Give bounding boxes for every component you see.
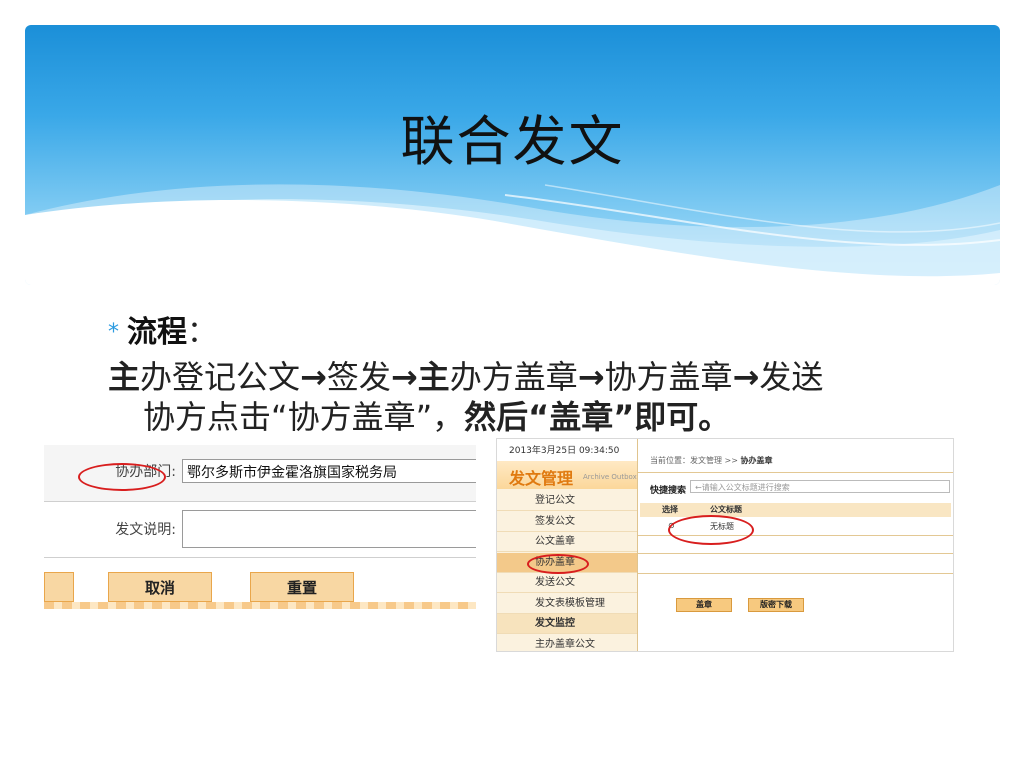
col-select: 选择: [662, 505, 678, 514]
sys-main: 当前位置：发文管理 >> 协办盖章 快捷搜索 ←请输入公文标题进行搜索 选择 公…: [638, 439, 953, 651]
cancel-button[interactable]: 取消: [108, 572, 212, 602]
reset-button[interactable]: 重置: [250, 572, 354, 602]
quick-search-label: 快捷搜索: [650, 486, 687, 496]
steps-line2-bold-then: 然后“: [464, 398, 550, 436]
table-header: 选择 公文标题: [640, 503, 951, 517]
step-text: 主: [108, 358, 141, 396]
arrow-icon: →: [732, 358, 760, 396]
bullet-colon: ：: [187, 315, 217, 350]
slide-header-banner: 联合发文: [25, 25, 1000, 285]
bullet-process: * 流程：: [108, 307, 217, 351]
divider: [638, 573, 953, 574]
submit-button-partial[interactable]: [44, 572, 74, 602]
desc-label: 发文说明:: [115, 522, 176, 538]
steps-line2-text: 协方点击“协方盖章”，: [143, 398, 465, 436]
sidebar-menu-item[interactable]: 协办盖章: [497, 552, 637, 573]
form-button-bar: 取消 重置: [44, 569, 476, 618]
breadcrumb-prefix: 当前位置：发文管理 >>: [650, 456, 741, 465]
sys-sidebar: 2013年3月25日 09:34:50 发文管理 Archive Outbox …: [497, 439, 638, 651]
module-subtitle: Archive Outbox: [583, 473, 637, 481]
bullet-heading: 流程: [127, 315, 187, 350]
arrow-icon: →: [390, 358, 418, 396]
sidebar-menu-item[interactable]: 主办盖章公文: [497, 635, 637, 652]
slide-title: 联合发文: [400, 110, 625, 173]
form-row-desc: 发文说明:: [44, 502, 476, 558]
form-screenshot: 协办部门: 鄂尔多斯市伊金霍洛旗国家税务局 发文说明: 取消 重置: [44, 445, 476, 618]
step-text: 协方盖章: [604, 358, 733, 396]
col-title: 公文标题: [710, 505, 742, 514]
bullet-star-icon: *: [108, 320, 119, 345]
step-text: 办登记公文: [140, 358, 301, 396]
seal-button[interactable]: 盖章: [676, 598, 732, 612]
dept-label: 协办部门:: [115, 464, 176, 480]
divider: [638, 472, 953, 473]
sys-datetime: 2013年3月25日 09:34:50: [497, 439, 637, 461]
sidebar-menu-item[interactable]: 发送公文: [497, 573, 637, 593]
download-button[interactable]: 版密下载: [748, 598, 804, 612]
sidebar-menu-item[interactable]: 登记公文: [497, 491, 637, 511]
form-row-dept: 协办部门: 鄂尔多斯市伊金霍洛旗国家税务局: [44, 445, 476, 502]
steps-line2-bold-done: ”即可。: [613, 398, 731, 436]
step-text: 发送: [759, 358, 824, 396]
desc-textarea[interactable]: [182, 510, 476, 548]
breadcrumb: 当前位置：发文管理 >> 协办盖章: [650, 455, 773, 466]
module-title: 发文管理: [509, 469, 574, 488]
step-text: 主: [417, 358, 450, 396]
row-title[interactable]: 无标题: [710, 521, 734, 532]
sidebar-menu-item[interactable]: 公文盖章: [497, 532, 637, 552]
breadcrumb-current: 协办盖章: [740, 456, 773, 465]
process-steps-line2: 协方点击“协方盖章”，然后“盖章”即可。: [143, 397, 730, 437]
sidebar-menu-item[interactable]: 签发公文: [497, 512, 637, 532]
dept-field[interactable]: 鄂尔多斯市伊金霍洛旗国家税务局: [182, 459, 476, 483]
system-screenshot: 2013年3月25日 09:34:50 发文管理 Archive Outbox …: [496, 438, 954, 652]
sidebar-menu-item[interactable]: 发文表模板管理: [497, 594, 637, 614]
sidebar-menu-item[interactable]: 发文监控: [497, 614, 637, 634]
sys-module-header: 发文管理 Archive Outbox: [497, 461, 637, 489]
divider: [638, 553, 953, 554]
arrow-icon: →: [300, 358, 327, 396]
step-text: 签发: [326, 358, 391, 396]
slide: 联合发文 * 流程： 主办登记公文→签发→主办方盖章→协方盖章→发送 协方点击“协…: [0, 0, 1024, 768]
step-text: 办方盖章: [449, 358, 578, 396]
divider: [638, 535, 953, 536]
row-radio[interactable]: ⊙: [668, 521, 675, 530]
quick-search-input[interactable]: ←请输入公文标题进行搜索: [690, 480, 950, 493]
decorative-stripe: [44, 602, 476, 609]
arrow-icon: →: [577, 358, 605, 396]
steps-line2-bold-seal: 盖章: [549, 398, 614, 436]
process-steps-line1: 主办登记公文→签发→主办方盖章→协方盖章→发送: [108, 357, 823, 397]
